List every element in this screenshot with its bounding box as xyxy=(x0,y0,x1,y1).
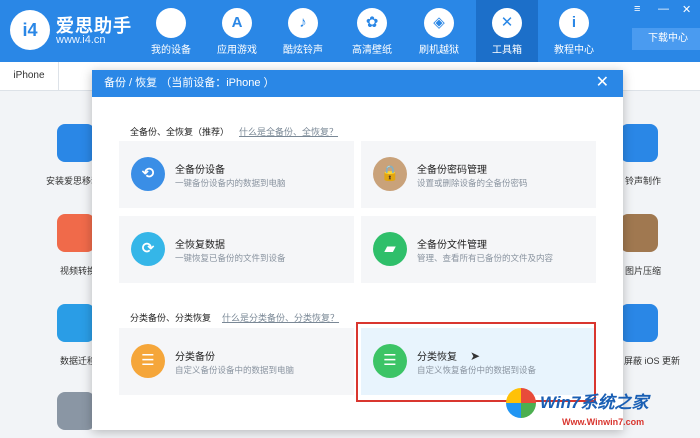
dialog-close-icon[interactable]: ✕ xyxy=(596,72,609,92)
bell-icon: ♪ xyxy=(288,8,318,38)
nav-toolbox[interactable]: ✕ 工具箱 xyxy=(476,0,538,62)
tools-icon: ✕ xyxy=(492,8,522,38)
nav-my-device[interactable]: 我的设备 xyxy=(140,0,202,62)
video-convert-tool-icon[interactable] xyxy=(57,214,95,252)
tool-label: 屏蔽 iOS 更新 xyxy=(624,356,681,366)
category-backup-help-link[interactable]: 什么是分类备份、分类恢复？ xyxy=(222,311,339,324)
image-compress-tool-icon[interactable] xyxy=(620,214,658,252)
watermark-title: Win7系统之家 xyxy=(540,393,649,412)
card-desc: 一键恢复已备份的文件到设备 xyxy=(175,253,286,263)
card-title: 全备份文件管理 xyxy=(417,240,487,251)
full-restore-card[interactable]: ⟳ 全恢复数据 一键恢复已备份的文件到设备 xyxy=(119,216,354,283)
windows-logo-icon xyxy=(506,388,536,418)
nav-label: 我的设备 xyxy=(151,45,191,56)
nav-label: 应用游戏 xyxy=(217,45,257,56)
card-desc: 自定义备份设备中的数据到电脑 xyxy=(175,365,295,375)
restore-clock-icon: ⟳ xyxy=(131,232,165,266)
minimize-icon[interactable]: — xyxy=(658,3,669,15)
box-icon: ◈ xyxy=(424,8,454,38)
ringtone-maker-tool-icon[interactable] xyxy=(620,124,658,162)
block-update-tool-icon[interactable] xyxy=(620,304,658,342)
flower-icon: ✿ xyxy=(357,8,387,38)
card-title: 全备份密码管理 xyxy=(417,165,487,176)
menu-icon[interactable]: ≡ xyxy=(634,3,640,15)
nav-label: 酷炫铃声 xyxy=(283,45,323,56)
card-title: 全备份设备 xyxy=(175,165,225,176)
install-mobile-tool-icon[interactable] xyxy=(57,124,95,162)
nav-label: 高清壁纸 xyxy=(352,45,392,56)
full-backup-help-link[interactable]: 什么是全备份、全恢复？ xyxy=(239,125,338,138)
lock-icon: 🔒 xyxy=(373,157,407,191)
i4-logo-icon: i4 xyxy=(10,10,50,50)
card-desc: 设置或删除设备的全备份密码 xyxy=(417,178,528,188)
backup-clock-icon: ⟲ xyxy=(131,157,165,191)
card-title: 分类备份 xyxy=(175,352,215,363)
category-backup-section-title: 分类备份、分类恢复 xyxy=(130,313,212,323)
watermark-url: Www.Winwin7.com xyxy=(562,417,645,427)
dialog-title: 备份 / 恢复 （当前设备：iPhone ） xyxy=(92,70,623,97)
app-store-icon: A xyxy=(222,8,252,38)
nav-apps-games[interactable]: A 应用游戏 xyxy=(206,0,268,62)
data-migration-tool-icon[interactable] xyxy=(57,304,95,342)
app-url: www.i4.cn xyxy=(56,34,106,46)
full-backup-device-card[interactable]: ⟲ 全备份设备 一键备份设备内的数据到电脑 xyxy=(119,141,354,208)
top-bar: i4 爱思助手 www.i4.cn 我的设备 A 应用游戏 ♪ 酷炫铃声 ✿ 高… xyxy=(0,0,700,62)
folder-icon: ▰ xyxy=(373,232,407,266)
nav-label: 刷机越狱 xyxy=(419,45,459,56)
card-desc: 管理、查看所有已备份的文件及内容 xyxy=(417,253,554,263)
nav-flash-jailbreak[interactable]: ◈ 刷机越狱 xyxy=(408,0,470,62)
tool-label: 视频转换 xyxy=(60,266,97,276)
nav-label: 工具箱 xyxy=(492,45,522,56)
tool-label: 图片压缩 xyxy=(625,266,662,276)
tab-iphone[interactable]: iPhone xyxy=(0,62,59,90)
tool-label: 铃声制作 xyxy=(625,176,662,186)
backup-file-manager-card[interactable]: ▰ 全备份文件管理 管理、查看所有已备份的文件及内容 xyxy=(361,216,596,283)
nav-ringtones[interactable]: ♪ 酷炫铃声 xyxy=(272,0,334,62)
mouse-cursor-icon: ➤ xyxy=(470,349,481,363)
nav-wallpapers[interactable]: ✿ 高清壁纸 xyxy=(341,0,403,62)
info-icon: i xyxy=(559,8,589,38)
card-desc: 一键备份设备内的数据到电脑 xyxy=(175,178,286,188)
terminal-tool-icon[interactable] xyxy=(57,392,95,430)
card-title: 全恢复数据 xyxy=(175,240,225,251)
nav-tutorials[interactable]: i 教程中心 xyxy=(543,0,605,62)
full-backup-section-title: 全备份、全恢复（推荐） xyxy=(130,127,230,137)
tool-label: 数据迁移 xyxy=(60,356,97,366)
category-backup-card[interactable]: ☰ 分类备份 自定义备份设备中的数据到电脑 xyxy=(119,328,354,395)
backup-password-card[interactable]: 🔒 全备份密码管理 设置或删除设备的全备份密码 xyxy=(361,141,596,208)
nav-label: 教程中心 xyxy=(554,45,594,56)
close-icon[interactable]: ✕ xyxy=(682,3,691,16)
apple-icon xyxy=(156,8,186,38)
watermark: Win7系统之家 Www.Winwin7.com xyxy=(500,384,700,438)
category-backup-icon: ☰ xyxy=(131,344,165,378)
download-center-button[interactable]: 下载中心 xyxy=(632,28,700,50)
